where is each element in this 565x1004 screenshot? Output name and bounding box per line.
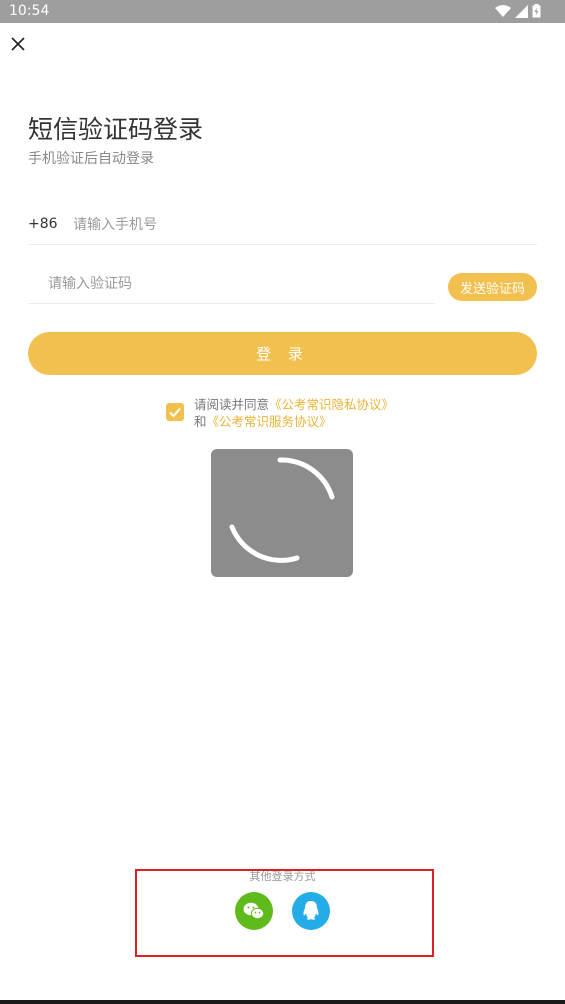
page-title: 短信验证码登录 (28, 115, 204, 144)
login-button[interactable]: 登 录 (28, 332, 537, 375)
status-time: 10:54 (9, 3, 50, 19)
close-icon (11, 37, 25, 51)
battery-icon (532, 4, 541, 18)
bottom-edge (0, 1000, 565, 1004)
status-bar: 10:54 (0, 0, 565, 23)
phone-input[interactable] (73, 213, 513, 237)
privacy-policy-link[interactable]: 《公考常识隐私协议》 (269, 397, 394, 412)
agreement-conjunction: 和 (194, 414, 207, 429)
highlight-annotation (135, 869, 434, 957)
verification-code-input[interactable] (48, 272, 418, 296)
code-row (28, 264, 435, 304)
phone-row: +86 (28, 204, 537, 245)
close-button[interactable] (8, 34, 28, 54)
agreement-checkbox[interactable] (166, 403, 184, 421)
send-code-button[interactable]: 发送验证码 (448, 273, 537, 301)
service-agreement-link[interactable]: 《公考常识服务协议》 (207, 414, 332, 429)
loading-overlay (211, 449, 353, 577)
checkmark-icon (169, 407, 181, 418)
agreement-text: 请阅读并同意《公考常识隐私协议》 和《公考常识服务协议》 (194, 396, 394, 430)
agreement-prefix: 请阅读并同意 (194, 397, 270, 412)
status-icons (495, 4, 541, 18)
signal-icon (515, 4, 528, 18)
wifi-icon (495, 4, 511, 18)
page-subtitle: 手机验证后自动登录 (28, 151, 154, 167)
country-code[interactable]: +86 (28, 216, 58, 232)
loading-spinner-icon (229, 457, 335, 563)
